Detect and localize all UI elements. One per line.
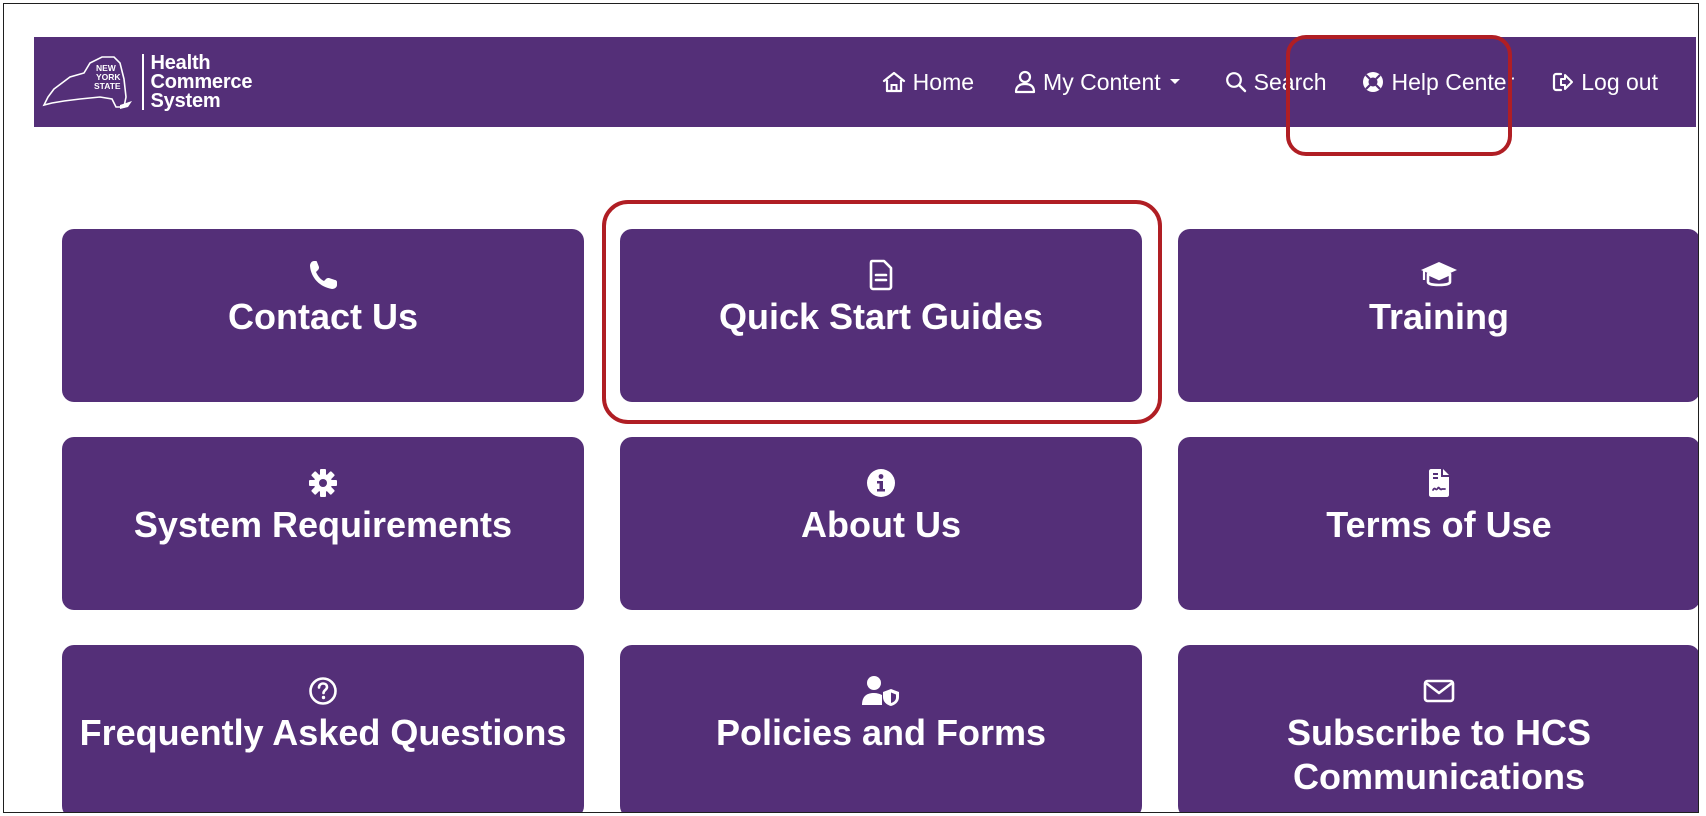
phone-icon: [310, 261, 337, 289]
nav-home[interactable]: Home: [882, 69, 974, 96]
logo-text-line-3: System: [150, 89, 221, 112]
tile-about-us-label: About Us: [801, 504, 961, 545]
info-icon: [867, 469, 895, 497]
tile-subscribe-hcs-communications[interactable]: Subscribe to HCS Communications: [1178, 645, 1698, 812]
logo-state-line-3: STATE: [94, 81, 121, 91]
tile-frequently-asked-questions[interactable]: Frequently Asked Questions: [62, 645, 584, 812]
hcs-logo[interactable]: NEW YORK STATE Health Commerce System: [40, 49, 280, 115]
tile-terms-of-use-label: Terms of Use: [1326, 504, 1552, 545]
logout-icon: [1553, 72, 1574, 92]
caret-down-icon: [1169, 79, 1180, 84]
tile-quick-start-guides[interactable]: Quick Start Guides: [620, 229, 1142, 402]
logo-text-line-1: Health: [150, 51, 211, 74]
logo-divider: [142, 54, 144, 110]
envelope-icon: [1423, 679, 1455, 703]
logo-text-line-2: Commerce: [150, 70, 253, 93]
tile-system-requirements-label: System Requirements: [133, 504, 513, 545]
graduation-cap-icon: [1421, 262, 1457, 287]
tile-policies-and-forms-label: Policies and Forms: [715, 712, 1047, 753]
top-navbar: NEW YORK STATE Health Commerce System Ho…: [34, 37, 1696, 127]
gear-icon: [309, 469, 337, 497]
nav-home-label: Home: [912, 68, 975, 95]
tile-terms-of-use[interactable]: Terms of Use: [1178, 437, 1698, 610]
tile-training[interactable]: Training: [1178, 229, 1698, 402]
screenshot-frame: NEW YORK STATE Health Commerce System Ho…: [3, 3, 1699, 813]
search-icon: [1225, 72, 1246, 93]
nav-menu: Home My Content Search Help Center Log o…: [882, 37, 1696, 127]
nav-help-center[interactable]: Help Center: [1361, 68, 1515, 96]
life-ring-icon: [1362, 72, 1383, 92]
help-center-tiles: Contact Us Quick Start Guides Training S…: [62, 229, 1698, 812]
tile-contact-us-label: Contact Us: [227, 296, 419, 337]
new-york-state-outline-icon: NEW YORK STATE: [42, 56, 132, 109]
nav-log-out-label: Log out: [1581, 68, 1658, 95]
tile-training-label: Training: [1368, 296, 1509, 337]
document-icon: [869, 259, 893, 291]
question-circle-icon: [309, 677, 337, 705]
nav-search[interactable]: Search: [1225, 69, 1327, 96]
nav-search-label: Search: [1253, 68, 1327, 95]
nav-help-center-label: Help Center: [1391, 68, 1515, 95]
logo-text: Health Commerce System: [150, 51, 253, 112]
nav-my-content[interactable]: My Content: [1014, 69, 1181, 96]
tile-about-us[interactable]: About Us: [620, 437, 1142, 610]
nav-log-out[interactable]: Log out: [1552, 69, 1658, 96]
user-shield-icon: [862, 676, 899, 706]
signed-document-icon: [1429, 469, 1449, 497]
tile-subscribe-hcs-communications-label: Subscribe to HCS Communications: [1286, 712, 1592, 797]
tile-quick-start-guides-label: Quick Start Guides: [718, 296, 1044, 337]
tile-policies-and-forms[interactable]: Policies and Forms: [620, 645, 1142, 812]
tile-frequently-asked-questions-label: Frequently Asked Questions: [79, 712, 567, 753]
nav-my-content-label: My Content: [1043, 68, 1161, 95]
user-icon: [1014, 70, 1036, 94]
home-icon: [882, 71, 905, 93]
tile-system-requirements[interactable]: System Requirements: [62, 437, 584, 610]
tile-contact-us[interactable]: Contact Us: [62, 229, 584, 402]
